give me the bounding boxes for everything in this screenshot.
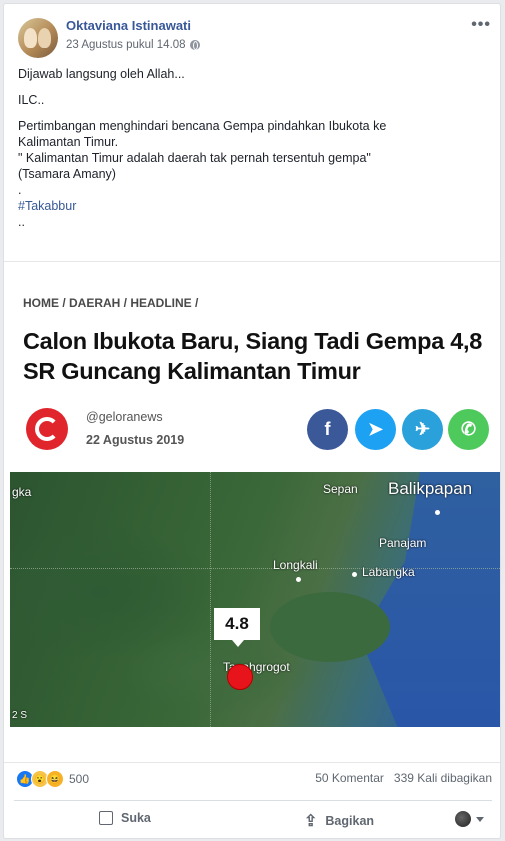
post-line: Kalimantan Timur. bbox=[18, 135, 119, 149]
article-headline: Calon Ibukota Baru, Siang Tadi Gempa 4,8… bbox=[23, 328, 482, 384]
coast-area bbox=[270, 592, 390, 662]
share-button[interactable]: ⇪ Bagikan bbox=[304, 811, 374, 831]
city-dot bbox=[352, 572, 357, 577]
map-label: Labangka bbox=[362, 565, 415, 579]
post-timestamp[interactable]: 23 Agustus pukul 14.08 bbox=[66, 39, 186, 51]
map-grid-line bbox=[10, 568, 500, 569]
whatsapp-icon: ✆ bbox=[448, 409, 489, 450]
sea-area bbox=[360, 472, 500, 727]
comments-shares: 50 Komentar 339 Kali dibagikan bbox=[315, 771, 492, 785]
avatar[interactable] bbox=[18, 18, 58, 58]
action-bar: Suka ⇪ Bagikan bbox=[14, 800, 492, 841]
chevron-down-icon bbox=[476, 816, 484, 822]
author-name[interactable]: Oktaviana Istinawati bbox=[66, 18, 191, 33]
more-options-icon[interactable]: ••• bbox=[471, 16, 491, 34]
thumbs-up-icon bbox=[99, 811, 113, 825]
map-label: Sepan bbox=[323, 482, 358, 496]
reaction-count: 500 bbox=[69, 772, 90, 786]
share-arrow-icon: ⇪ bbox=[304, 813, 318, 830]
city-dot bbox=[296, 577, 301, 582]
gelora-logo-icon bbox=[26, 408, 68, 450]
telegram-icon: ✈ bbox=[402, 409, 443, 450]
post-line: ILC.. bbox=[18, 93, 45, 107]
earthquake-map: gka Sepan Balikpapan Panajam Longkali La… bbox=[10, 472, 500, 727]
engagement-stats: 👍 😮 😆 500 50 Komentar 339 Kali dibagikan bbox=[16, 770, 492, 792]
map-label: Longkali bbox=[273, 558, 318, 572]
share-count[interactable]: 339 Kali dibagikan bbox=[394, 771, 492, 785]
map-label: Panajam bbox=[379, 536, 427, 550]
post-line: " Kalimantan Timur adalah daerah tak per… bbox=[18, 151, 371, 165]
twitter-icon: ➤ bbox=[355, 409, 396, 450]
breadcrumb: HOME / DAERAH / HEADLINE / bbox=[23, 296, 199, 310]
post-line: . bbox=[18, 183, 22, 197]
shared-image[interactable]: HOME / DAERAH / HEADLINE / Calon Ibukota… bbox=[4, 261, 500, 763]
article-source: @geloranews bbox=[86, 410, 163, 424]
earthquake-marker-icon bbox=[227, 664, 253, 690]
post-line: Dijawab langsung oleh Allah... bbox=[18, 67, 185, 81]
city-dot bbox=[435, 510, 440, 515]
haha-reaction-icon: 😆 bbox=[46, 770, 64, 788]
magnitude-label: 4.8 bbox=[214, 608, 260, 647]
hashtag-link[interactable]: #Takabbur bbox=[18, 198, 488, 214]
reactions[interactable]: 👍 😮 😆 500 bbox=[16, 770, 89, 788]
globe-icon bbox=[189, 40, 200, 50]
share-label: Bagikan bbox=[325, 814, 375, 828]
post-meta: 23 Agustus pukul 14.08 bbox=[66, 39, 200, 51]
facebook-icon: f bbox=[307, 409, 348, 450]
post-line: (Tsamara Amany) bbox=[18, 167, 116, 181]
map-grid-line bbox=[210, 472, 211, 727]
post-line: .. bbox=[18, 215, 25, 229]
post-card: Oktaviana Istinawati 23 Agustus pukul 14… bbox=[3, 3, 501, 839]
article-date: 22 Agustus 2019 bbox=[86, 433, 185, 447]
like-label: Suka bbox=[121, 811, 151, 825]
post-text: Dijawab langsung oleh Allah... ILC.. Per… bbox=[18, 66, 488, 230]
map-label: 2 S bbox=[12, 710, 28, 721]
like-button[interactable]: Suka bbox=[99, 811, 151, 825]
comment-count[interactable]: 50 Komentar bbox=[315, 771, 384, 785]
map-label: gka bbox=[12, 485, 32, 499]
profile-avatar bbox=[455, 811, 471, 827]
map-label: Balikpapan bbox=[388, 479, 473, 498]
audience-selector[interactable] bbox=[455, 811, 484, 827]
post-line: Pertimbangan menghindari bencana Gempa p… bbox=[18, 119, 387, 133]
